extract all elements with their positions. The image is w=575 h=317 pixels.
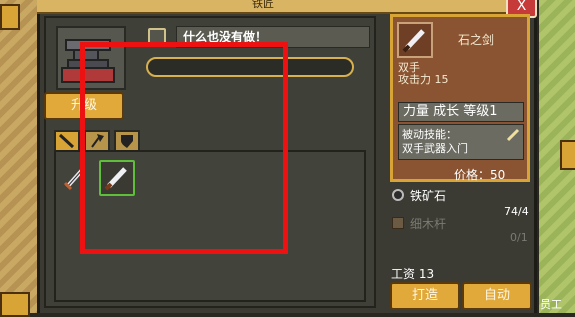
passive-skill-box: 被动技能： 双手武器入门 <box>398 124 524 160</box>
shield-icon <box>121 135 133 148</box>
auto-button[interactable]: 自动 <box>462 282 532 310</box>
material-count: 0/1 <box>510 231 528 244</box>
axe-icon <box>91 134 104 148</box>
stone-sword-icon <box>402 29 425 53</box>
forge-button[interactable]: 打造 <box>390 282 460 310</box>
tab-shield[interactable] <box>114 130 140 150</box>
window-title: 铁匠 <box>252 0 274 10</box>
move-icon[interactable] <box>0 292 30 317</box>
attack-stat: 攻击力 15 <box>398 73 449 86</box>
anvil-slot <box>56 26 126 90</box>
item-name-field: 什么也没有做！ <box>176 26 370 48</box>
iron-sword-icon <box>63 167 85 191</box>
material-name: 铁矿石 <box>410 189 447 203</box>
item-icon-frame <box>397 22 433 58</box>
wage-label: 工资 13 <box>391 267 435 281</box>
stone-sword-icon <box>104 167 127 191</box>
material-count: 74/4 <box>504 205 529 218</box>
upgrade-button[interactable]: 升级 <box>44 92 124 120</box>
right-edge-arrow-icon[interactable] <box>560 140 575 170</box>
wood-stick-icon <box>392 217 404 229</box>
weapon-slot[interactable] <box>58 160 94 196</box>
material-name: 细木杆 <box>410 217 447 231</box>
tab-sword[interactable] <box>54 130 80 150</box>
window-title-bar: 铁匠 <box>37 0 537 14</box>
iron-ore-icon <box>392 189 404 201</box>
item-name: 石之剑 <box>458 33 495 47</box>
left-edge-button[interactable] <box>0 4 20 30</box>
staff-label[interactable]: 员工 <box>540 296 562 312</box>
passive-skill-value: 双手武器入门 <box>402 142 468 155</box>
stat-growth-row: 力量 成长 等级1 <box>398 102 524 122</box>
sword-icon <box>58 133 75 149</box>
item-price: 价格：50 <box>454 168 506 182</box>
passive-skill-sword-icon <box>506 128 520 142</box>
forge-progress-bar <box>146 57 354 77</box>
tab-axe[interactable] <box>84 130 110 150</box>
weapon-slot-selected[interactable] <box>99 160 135 196</box>
background-scenery-left <box>0 0 37 313</box>
item-checkbox[interactable] <box>148 28 166 46</box>
anvil-icon <box>61 39 115 83</box>
